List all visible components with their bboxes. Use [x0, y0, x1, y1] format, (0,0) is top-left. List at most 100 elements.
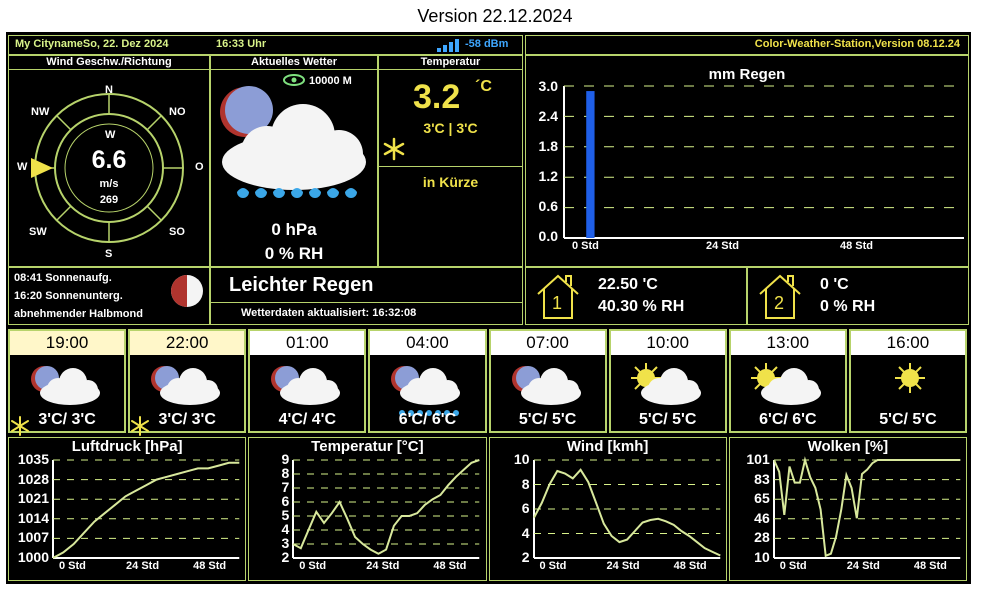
rain-ytick-2: 1.8: [538, 138, 558, 154]
moon-cloud-icon: [250, 357, 364, 417]
forecast-slot-0: 19:00 3'C/ 3'C: [8, 329, 127, 436]
plot-series-line: [52, 461, 240, 559]
forecast-temp: 3'C/ 3'C: [158, 411, 216, 428]
header-bar-left: My CitynameSo, 22. Dez 2024 16:33 Uhr -5…: [8, 35, 523, 55]
forecast-temp: 6'C/ 6'C: [398, 411, 457, 428]
plot-ytick: 46: [754, 509, 770, 526]
rain-xtick-2: 48 Std: [840, 240, 874, 252]
plot-ytick: 1000: [17, 549, 49, 565]
plot-series-line: [532, 468, 721, 557]
room-1-panel: 1 22.50 'C 40.30 % RH: [525, 267, 747, 325]
plot-ytick: 65: [754, 490, 770, 507]
wind-title: Wind Geschw./Richtung: [9, 56, 209, 70]
plot-xtick: 48 Std: [673, 560, 707, 572]
plot-ytick: 6: [521, 500, 530, 516]
wind-speed: 6.6: [91, 146, 127, 174]
forecast-slot-1: 22:00 3'C/ 3'C: [128, 329, 247, 436]
forecast-slot-4: 07:00 5'C/ 5'C: [488, 329, 607, 433]
plot-area: [532, 459, 721, 559]
forecast-temp: 5'C/ 5'C: [638, 411, 697, 428]
rain-chart-title: mm Regen: [708, 66, 786, 83]
forecast-temp: 6'C/ 6'C: [759, 411, 817, 428]
forecast-time: 07:00: [490, 331, 605, 355]
plot-panel-3: Wolken [%] 101 83 65 46 28 10 0 Std 24 Std 48 Std: [728, 437, 967, 581]
rain-ytick-0: 3.0: [538, 78, 558, 94]
weather-condition: Leichter Regen: [229, 274, 374, 296]
sunset-time: 16:20 Sonnenunterg.: [14, 290, 123, 302]
forecast-slot-5: 10:00 5'C/ 5'C: [608, 329, 727, 433]
rain-xtick-0: 0 Std: [572, 240, 599, 252]
plot-xtick: 0 Std: [539, 560, 567, 572]
signal-strength: -58 dBm: [465, 38, 509, 50]
forecast-time: 10:00: [610, 331, 725, 355]
plot-area: [52, 459, 240, 559]
plot-xtick: 24 Std: [846, 560, 880, 572]
sun-moon-panel: 08:41 Sonnenaufg. 16:20 Sonnenunterg. ab…: [8, 267, 210, 325]
wifi-signal-icon: [437, 39, 459, 52]
moon-phase-icon: [171, 275, 203, 307]
rain-chart: [563, 85, 964, 239]
room-2-humidity: 0 % RH: [820, 298, 876, 315]
room-1-temp: 22.50 'C: [598, 276, 658, 293]
soon-label: in Kürze: [422, 174, 479, 190]
sun-cloud-icon: [611, 357, 725, 417]
current-weather-panel: Aktuelles Wetter 10000 M 0 hPa 0 % RH: [210, 55, 378, 267]
plot-ytick: 83: [754, 470, 770, 487]
plot-xtick: 24 Std: [606, 560, 640, 572]
plot-ytick: 4: [521, 524, 530, 541]
plot-ytick: 10: [754, 549, 770, 565]
compass-n: N: [105, 84, 113, 96]
plot-xtick: 24 Std: [366, 560, 400, 572]
plot-ytick: 10: [513, 451, 530, 467]
plot-ytick: 1028: [17, 470, 49, 487]
rain-ytick-5: 0.0: [538, 228, 558, 244]
plot-xtick: 48 Std: [433, 560, 467, 572]
forecast-time: 13:00: [730, 331, 845, 355]
plot-xtick: 24 Std: [126, 560, 160, 572]
forecast-slot-6: 13:00 6'C/ 6'C: [728, 329, 847, 433]
clock-time: 16:33 Uhr: [216, 38, 267, 50]
wind-panel: Wind Geschw./Richtung N NW NO W O SW SO …: [8, 55, 210, 267]
forecast-time: 19:00: [10, 331, 125, 355]
pressure-value: 0 hPa: [271, 220, 317, 239]
rain-ytick-3: 1.2: [538, 168, 558, 184]
forecast-time: 16:00: [850, 331, 965, 355]
rain-ytick-4: 0.6: [538, 198, 558, 214]
moon-cloud-icon: [10, 357, 124, 436]
temperature-minmax: 3'C | 3'C: [423, 120, 478, 136]
plot-panel-2: Wind [kmh] 10 8 6 4 2 0 Std 24 Std 48 Std: [488, 437, 727, 581]
moon-cloud-icon: [130, 357, 244, 436]
forecast-temp: 5'C/ 5'C: [879, 411, 937, 428]
temperature-divider: [379, 166, 522, 167]
weather-station-screen: My CitynameSo, 22. Dez 2024 16:33 Uhr -5…: [6, 32, 971, 584]
wind-degrees: 269: [99, 194, 119, 206]
plots-row: Luftdruck [hPa] 1035 1028 1021 1014 1007 1000 0…: [8, 437, 969, 581]
rain-xtick-1: 24 Std: [706, 240, 740, 252]
forecast-strip: 19:00 3'C/ 3'C 22:00 3'C/ 3'C 01:00 4'C/ 4'C 0…: [8, 329, 969, 436]
condition-panel: Leichter Regen Wetterdaten aktualisiert:…: [210, 267, 523, 325]
plot-area: [292, 459, 480, 559]
rain-bar: [586, 91, 595, 238]
plot-xtick: 48 Std: [193, 560, 227, 572]
moon-cloud-rain-icon: [370, 357, 484, 417]
forecast-time: 04:00: [370, 331, 485, 355]
room-2-panel: 2 0 'C 0 % RH: [747, 267, 969, 325]
plot-ytick: 28: [754, 529, 770, 546]
compass-inner-w: W: [105, 129, 116, 141]
moon-phase: abnehmender Halbmond: [14, 308, 143, 320]
forecast-temp: 5'C/ 5'C: [518, 411, 577, 428]
plot-ytick: 8: [521, 475, 530, 492]
plot-area: [772, 456, 961, 559]
sunrise-time: 08:41 Sonnenaufg.: [14, 272, 112, 284]
forecast-time: 22:00: [130, 331, 245, 355]
compass-so: SO: [169, 226, 185, 238]
plot-ytick: 2: [281, 549, 290, 565]
city-date: My CitynameSo, 22. Dez 2024: [15, 38, 169, 50]
plot-panel-0: Luftdruck [hPa] 1035 1028 1021 1014 1007 1000 0…: [8, 437, 247, 581]
forecast-slot-7: 16:00 5'C/ 5'C: [848, 329, 967, 433]
plot-panel-1: Temperatur [°C] 9 8 7 6 5 4 3 2 0 Std 24 Std 48 Std: [248, 437, 487, 581]
temperature-unit: ´C: [475, 78, 492, 95]
compass-no: NO: [169, 106, 186, 118]
current-title: Aktuelles Wetter: [211, 56, 377, 70]
plot-ytick: 101: [746, 451, 770, 467]
